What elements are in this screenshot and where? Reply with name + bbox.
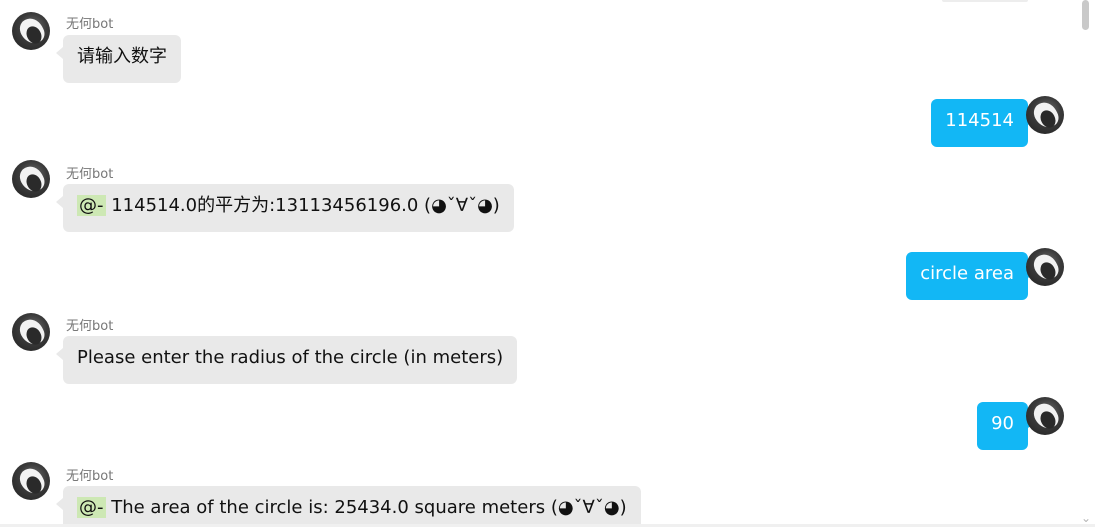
mention-tag[interactable]: @- <box>77 497 106 518</box>
scrollbar-thumb[interactable] <box>1082 0 1089 30</box>
sender-name: 无何bot <box>66 17 114 32</box>
message-text: 请输入数字 <box>77 46 167 67</box>
vertical-scrollbar[interactable]: ⌄ <box>1081 0 1091 527</box>
sender-name: 无何bot <box>66 469 114 484</box>
chat-message-list[interactable]: 无何bot 请输入数字 114514 无何bot @- 114514.0的平方为… <box>0 0 1080 527</box>
bot-avatar[interactable] <box>12 160 50 198</box>
incoming-message-bubble[interactable]: Please enter the radius of the circle (i… <box>55 336 518 384</box>
bot-avatar[interactable] <box>12 462 50 500</box>
outgoing-message-bubble[interactable]: circle area <box>906 252 1035 300</box>
incoming-message-bubble[interactable]: @- 114514.0的平方为:13113456196.0 (◕ˇ∀ˇ◕) <box>56 184 514 232</box>
previous-message-edge <box>942 0 1028 2</box>
user-avatar[interactable] <box>1026 248 1064 286</box>
sender-name: 无何bot <box>66 167 114 182</box>
incoming-message-bubble[interactable]: 请输入数字 <box>56 35 181 83</box>
bot-avatar[interactable] <box>12 12 50 50</box>
mention-tag[interactable]: @- <box>77 195 106 216</box>
message-text: Please enter the radius of the circle (i… <box>77 347 504 368</box>
user-avatar[interactable] <box>1026 96 1064 134</box>
message-text: The area of the circle is: 25434.0 squar… <box>105 497 627 518</box>
incoming-message-bubble[interactable]: @- The area of the circle is: 25434.0 sq… <box>56 486 641 527</box>
bot-avatar[interactable] <box>12 313 50 351</box>
sender-name: 无何bot <box>66 319 114 334</box>
message-text: circle area <box>920 263 1014 284</box>
user-avatar[interactable] <box>1026 397 1064 435</box>
message-text: 114514 <box>945 110 1014 131</box>
message-text: 90 <box>991 413 1014 434</box>
message-text: 114514.0的平方为:13113456196.0 (◕ˇ∀ˇ◕) <box>105 195 500 216</box>
outgoing-message-bubble[interactable]: 90 <box>977 402 1035 450</box>
scroll-down-icon[interactable]: ⌄ <box>1081 511 1091 525</box>
outgoing-message-bubble[interactable]: 114514 <box>931 99 1035 147</box>
